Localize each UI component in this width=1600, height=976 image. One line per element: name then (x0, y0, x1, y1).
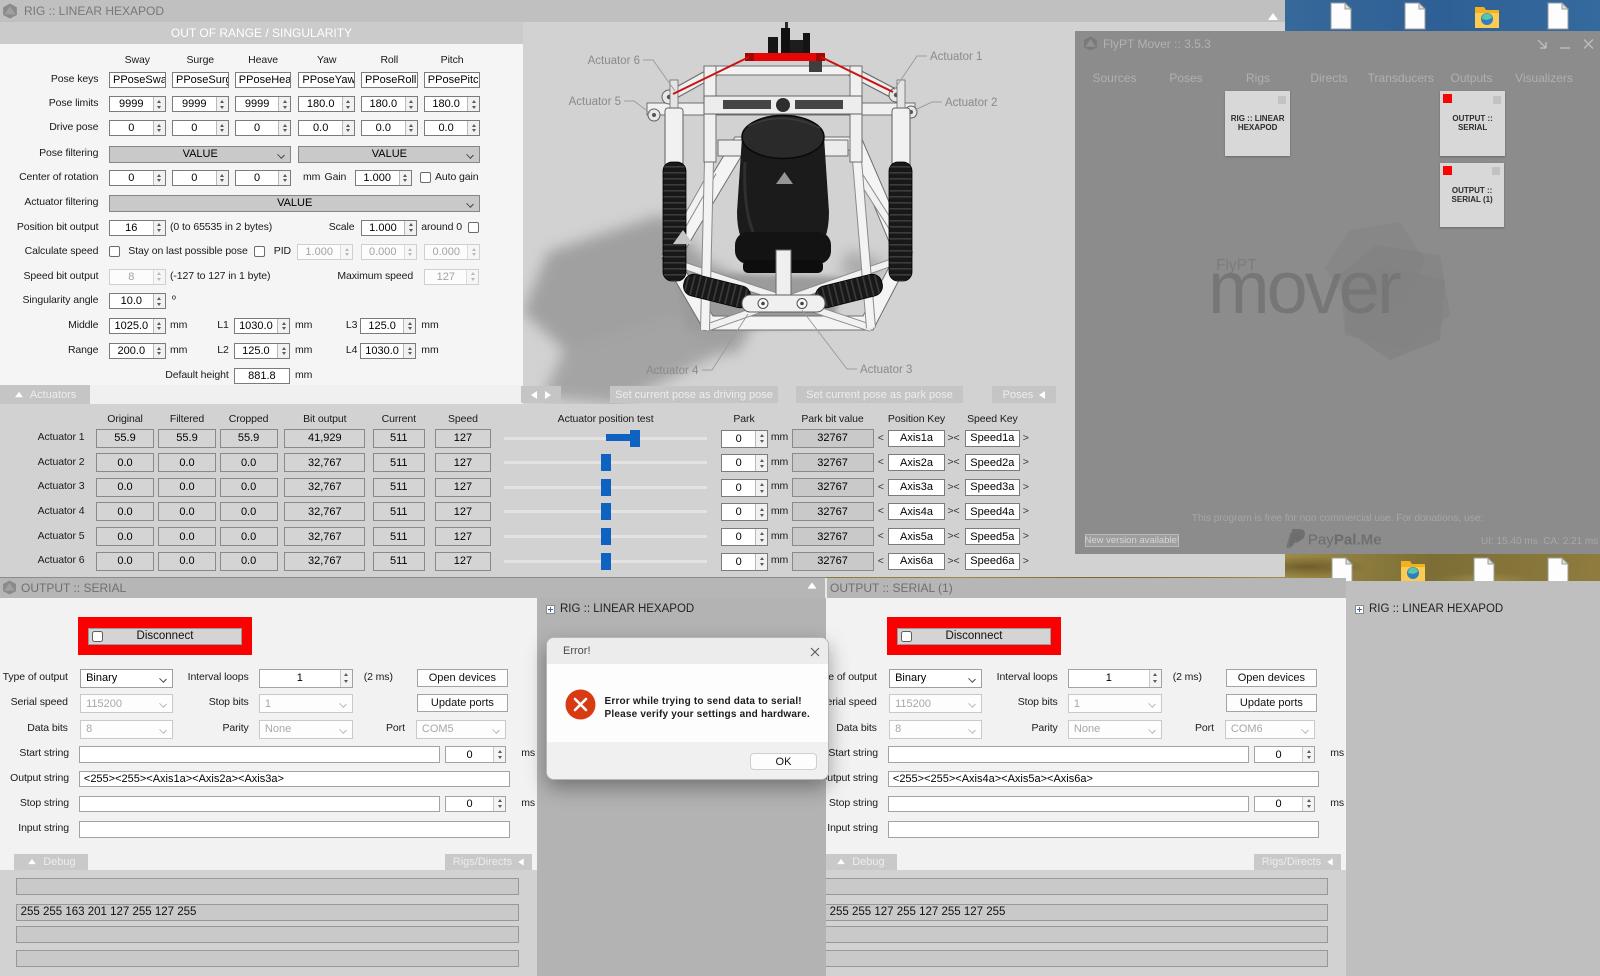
svg-text:Actuator 2: Actuator 2 (945, 97, 997, 109)
svg-text:Actuator 4: Actuator 4 (646, 365, 699, 377)
svg-text:Actuator 3: Actuator 3 (860, 364, 912, 376)
svg-text:PayPal.Me: PayPal.Me (1308, 532, 1382, 549)
svg-text:Actuator 1: Actuator 1 (930, 51, 982, 63)
svg-text:Actuator 5: Actuator 5 (569, 96, 621, 108)
svg-text:Actuator 6: Actuator 6 (588, 55, 640, 67)
